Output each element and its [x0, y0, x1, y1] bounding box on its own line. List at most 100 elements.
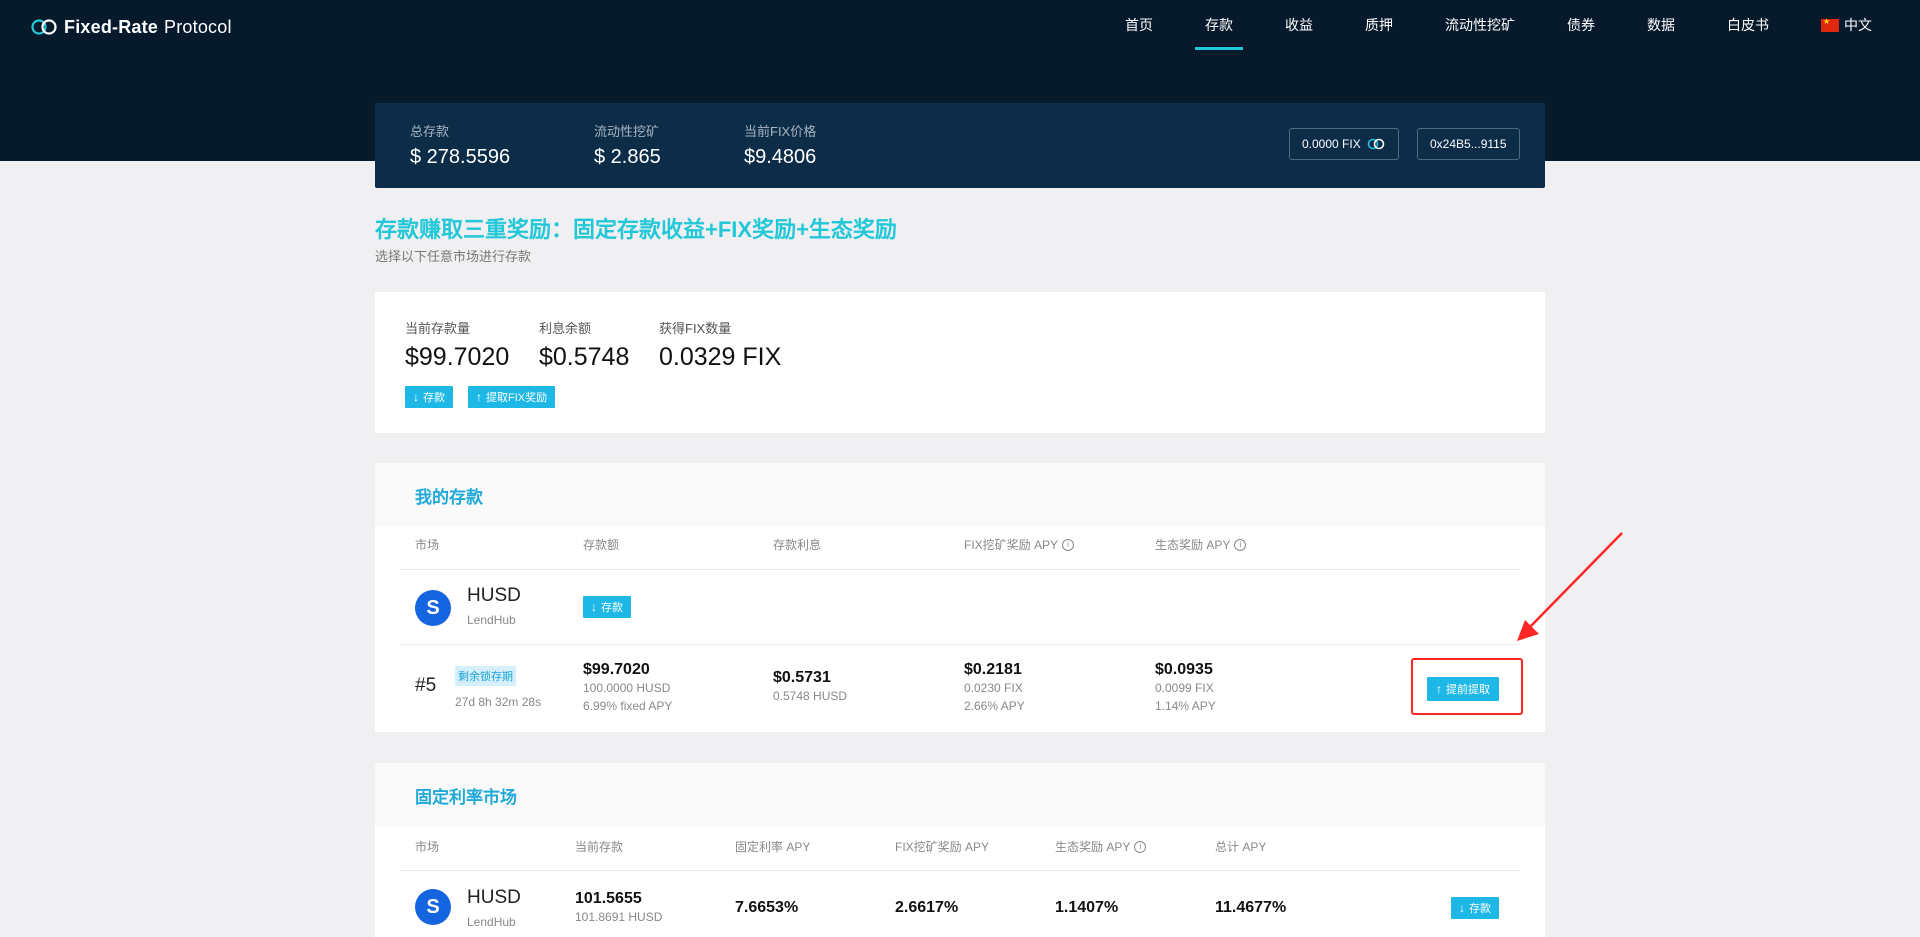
position-interest: $0.5731 0.5748 HUSD [773, 669, 847, 705]
fm-col-current: 当前存款 [575, 838, 623, 855]
nav-bonds[interactable]: 债券 [1567, 0, 1595, 50]
husd-icon: S [415, 590, 451, 626]
lock-tag: 剩余锁存期 [455, 666, 516, 686]
fm-market-name: HUSD [467, 887, 521, 908]
eco-sub2: 1.14% APY [1155, 699, 1216, 713]
lock-time: 27d 8h 32m 28s [455, 695, 542, 709]
fm-col-current-label: 当前存款 [575, 840, 624, 854]
annotation-arrow-icon [1517, 532, 1623, 641]
total-deposit-stat: 总存款 $ 278.5596 [410, 121, 510, 169]
col-market: 市场 [415, 536, 439, 553]
fix-earned-label: 获得FIX数量 [659, 321, 732, 336]
highlight-box [1411, 658, 1523, 715]
fix-main: $0.2181 [964, 661, 1022, 678]
total-deposit-label: 总存款 [410, 124, 450, 139]
fm-deposit-button[interactable]: ↓ 存款 [1451, 897, 1499, 919]
withdraw-fix-button[interactable]: ↑ 提取FIX奖励 [468, 386, 556, 408]
deposit-summary-card: 当前存款量 $99.7020 利息余额 $0.5748 获得FIX数量 0.03… [375, 292, 1545, 433]
fix-price-label: 当前FIX价格 [744, 124, 817, 139]
market-name: HUSD [467, 585, 521, 606]
fm-total-apy-value: 11.4677% [1215, 899, 1287, 916]
wallet-button[interactable]: 0x24B5...9115 [1417, 128, 1520, 160]
interest-value: $0.5748 [539, 343, 630, 371]
nav-staking[interactable]: 质押 [1365, 0, 1393, 50]
market-provider: LendHub [467, 613, 516, 627]
logo-icon [31, 19, 57, 35]
divider [400, 644, 1520, 645]
fm-col-total-apy: 总计 APY [1215, 838, 1266, 855]
logo[interactable]: Fixed-Rate Protocol [30, 16, 232, 38]
page-title: 存款赚取三重奖励：固定存款收益+FIX奖励+生态奖励 [375, 217, 897, 242]
fm-col-market-label: 市场 [415, 840, 440, 854]
info-icon[interactable]: i [1234, 538, 1247, 551]
fm-fix-apy-value: 2.6617% [895, 899, 959, 916]
fix-earned-value: 0.0329 FIX [659, 343, 782, 371]
fm-col-fixed-rate: 固定利率 APY [735, 838, 810, 855]
market-deposit-button[interactable]: ↓ 存款 [583, 596, 631, 618]
nav-earnings[interactable]: 收益 [1285, 0, 1313, 50]
summary-actions: ↓ 存款 ↑ 提取FIX奖励 [405, 386, 556, 408]
nav-whitepaper[interactable]: 白皮书 [1727, 0, 1769, 50]
fm-fixed-rate: 7.6653% [735, 899, 798, 917]
fm-col-eco-apy-label: 生态奖励 APY [1055, 840, 1131, 854]
china-flag-icon [1821, 17, 1839, 32]
fm-eco-apy-value: 1.1407% [1055, 899, 1119, 916]
fm-current-main: 101.5655 [575, 890, 642, 907]
nav-liquidity-mining[interactable]: 流动性挖矿 [1445, 0, 1515, 50]
info-icon[interactable]: i [1134, 840, 1147, 853]
position-eco-reward: $0.0935 0.0099 FIX 1.14% APY [1155, 661, 1216, 715]
divider [400, 569, 1520, 570]
current-deposit-summary: 当前存款量 $99.7020 [405, 318, 509, 372]
interest-summary: 利息余额 $0.5748 [539, 318, 629, 372]
amount-sub1: 100.0000 HUSD [583, 681, 671, 695]
fix-earned-summary: 获得FIX数量 0.0329 FIX [659, 318, 781, 372]
my-deposits-card: 我的存款 市场 存款额 存款利息 FIX挖矿奖励 APY i 生态奖励 APY i … [375, 463, 1545, 732]
current-deposit-value: $99.7020 [405, 343, 510, 371]
arrow-down-icon: ↓ [413, 390, 419, 404]
fm-col-fix-apy-label: FIX挖矿奖励 APY [895, 840, 990, 854]
nav-deposit[interactable]: 存款 [1195, 0, 1243, 50]
col-eco-apy-label: 生态奖励 APY [1155, 538, 1231, 552]
fm-col-eco-apy: 生态奖励 APY i [1055, 838, 1147, 855]
nav-data[interactable]: 数据 [1647, 0, 1675, 50]
fm-col-total-apy-label: 总计 APY [1215, 840, 1267, 854]
liquidity-value: $ 2.865 [594, 146, 661, 168]
eco-main: $0.0935 [1155, 661, 1213, 678]
position-fix-reward: $0.2181 0.0230 FIX 2.66% APY [964, 661, 1025, 715]
col-market-label: 市场 [415, 538, 440, 552]
current-deposit-label: 当前存款量 [405, 321, 471, 336]
language-switch[interactable]: 中文 [1821, 0, 1872, 50]
fm-total-apy: 11.4677% [1215, 899, 1286, 917]
col-amount-label: 存款额 [583, 538, 620, 552]
fm-col-market: 市场 [415, 838, 439, 855]
col-interest-label: 存款利息 [773, 538, 822, 552]
fm-current-sub: 101.8691 HUSD [575, 910, 663, 924]
language-label: 中文 [1844, 17, 1872, 33]
top-nav: 首页 存款 收益 质押 流动性挖矿 债券 数据 白皮书 中文 [1073, 0, 1872, 50]
fm-deposit-label: 存款 [1469, 903, 1491, 915]
fix-balance-button[interactable]: 0.0000 FIX [1289, 128, 1399, 160]
summary-deposit-label: 存款 [423, 392, 445, 404]
fix-sub1: 0.0230 FIX [964, 681, 1023, 695]
market-deposit-label: 存款 [601, 602, 623, 614]
info-icon[interactable]: i [1062, 538, 1075, 551]
position-id: #5 [415, 675, 437, 696]
logo-text: Protocol [164, 16, 232, 37]
amount-main: $99.7020 [583, 661, 650, 678]
fm-col-fixed-rate-label: 固定利率 APY [735, 840, 811, 854]
summary-deposit-button[interactable]: ↓ 存款 [405, 386, 453, 408]
logo-text-bold: Fixed-Rate [64, 16, 159, 37]
divider [400, 870, 1520, 871]
arrow-down-icon: ↓ [1459, 901, 1465, 915]
total-deposit-value: $ 278.5596 [410, 146, 511, 168]
fm-market-provider: LendHub [467, 915, 516, 929]
page-subtitle: 选择以下任意市场进行存款 [375, 249, 532, 264]
nav-home[interactable]: 首页 [1125, 0, 1153, 50]
col-fix-apy-label: FIX挖矿奖励 APY [964, 538, 1059, 552]
arrow-up-icon: ↑ [476, 390, 482, 404]
col-fix-apy: FIX挖矿奖励 APY i [964, 536, 1075, 553]
fix-price-stat: 当前FIX价格 $9.4806 [744, 121, 816, 169]
fm-fix-apy: 2.6617% [895, 899, 958, 917]
col-eco-apy: 生态奖励 APY i [1155, 536, 1247, 553]
lock-info: 剩余锁存期 27d 8h 32m 28s [455, 666, 541, 711]
